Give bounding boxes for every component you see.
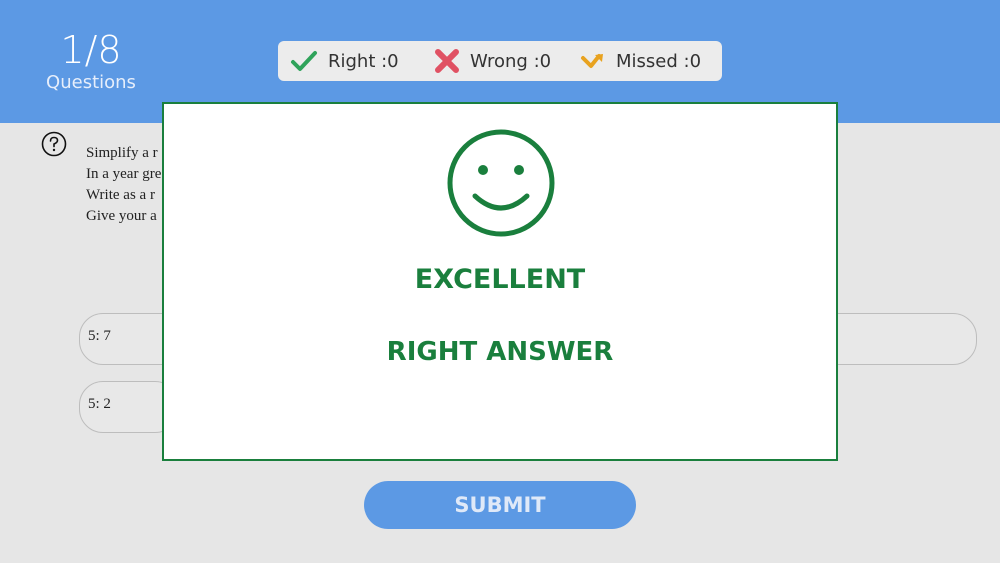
help-icon[interactable] — [41, 131, 67, 157]
score-right: Right :0 — [290, 41, 399, 81]
question-line: Give your a — [86, 208, 157, 224]
answer-option-label: 5: 2 — [88, 396, 111, 412]
question-counter-label: Questions — [46, 72, 136, 93]
feedback-dialog: EXCELLENT RIGHT ANSWER — [162, 102, 838, 461]
question-counter: 1/8 Questions — [40, 28, 142, 94]
question-line: Write as a r — [86, 187, 155, 203]
question-line: Simplify a r — [86, 145, 158, 161]
question-line: In a year gre — [86, 166, 162, 182]
score-wrong-label: Wrong :0 — [470, 50, 552, 72]
x-icon — [435, 49, 459, 73]
question-text: Simplify a r In a year gre Write as a r … — [86, 143, 161, 227]
scoreboard: Right :0 Wrong :0 Missed :0 — [278, 41, 722, 81]
answer-option-label: 5: 7 — [88, 328, 111, 344]
score-missed-label: Missed :0 — [616, 50, 702, 72]
feedback-subtitle: RIGHT ANSWER — [386, 337, 614, 367]
missed-arrow-icon — [581, 54, 603, 68]
submit-button[interactable]: SUBMIT — [364, 481, 636, 529]
smiley-icon — [447, 129, 555, 237]
check-icon — [291, 51, 317, 71]
feedback-title: EXCELLENT — [414, 264, 586, 295]
score-missed: Missed :0 — [580, 41, 701, 81]
question-counter-value: 1/8 — [60, 28, 122, 72]
score-wrong: Wrong :0 — [434, 41, 551, 81]
score-right-label: Right :0 — [328, 50, 399, 72]
